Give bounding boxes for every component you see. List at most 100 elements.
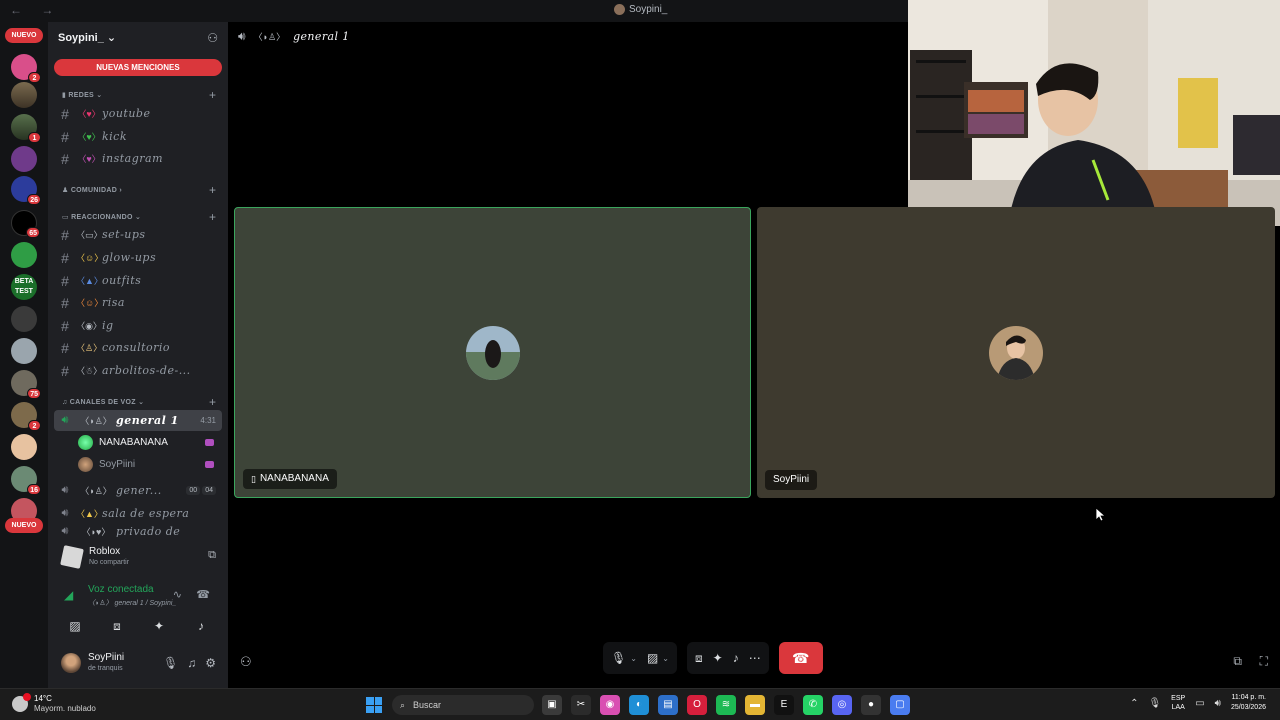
nuevo-pill-top[interactable]: NUEVO	[5, 28, 43, 43]
channel-youtube[interactable]: # 〈♥〉 youtube	[54, 103, 222, 124]
channel-arbolitos[interactable]: # 〈☃〉 arbolitos-de-...	[54, 360, 222, 381]
server-icon-hat[interactable]	[11, 82, 37, 108]
add-channel-icon[interactable]: +	[209, 88, 216, 102]
microphone-icon[interactable]: 🎙︎	[611, 651, 626, 665]
new-mentions-button[interactable]: NUEVAS MENCIONES	[54, 59, 222, 76]
opera-icon[interactable]: O	[687, 695, 707, 715]
voice-channel-privado[interactable]: 🔊︎ 〈◗♥〉 privado de	[54, 525, 222, 537]
voice-channel-sala-de-espera[interactable]: 🔊︎ 〈▲〉 sala de espera	[54, 503, 222, 524]
soundboard-icon[interactable]: ♪	[186, 619, 216, 633]
camera-off-icon[interactable]: ▨	[647, 651, 658, 665]
chevron-up-icon[interactable]: ⌃	[1130, 698, 1138, 709]
chevron-down-icon[interactable]: ⌄	[630, 654, 637, 663]
server-beta-test-icon[interactable]: BETA TEST	[11, 274, 37, 300]
taskbar-search[interactable]: ⌕ Buscar	[392, 695, 534, 715]
soundboard-icon[interactable]: ♪	[733, 651, 739, 665]
headphones-icon[interactable]: ♫	[187, 656, 196, 670]
windows-start-icon[interactable]	[366, 697, 382, 713]
weather-widget[interactable]: 14°C Mayorm. nublado	[12, 693, 96, 714]
server-icon-12[interactable]	[11, 434, 37, 460]
participant-tile-soypiini[interactable]: SoyPiini	[757, 207, 1275, 498]
channel-consultorio[interactable]: # 〈♙〉 consultorio	[54, 337, 222, 358]
clock[interactable]: 11:04 p. m. 25/03/2026	[1231, 693, 1266, 713]
app-icon[interactable]: ▢	[890, 695, 910, 715]
server-icon-2[interactable]: 1	[11, 114, 41, 143]
invite-people-icon[interactable]: ⚇	[207, 31, 218, 45]
server-icon-9[interactable]	[11, 338, 37, 364]
discord-icon[interactable]: ◎	[832, 695, 852, 715]
category-canales-de-voz[interactable]: ♫ CANALES DE VOZ ⌄	[62, 398, 144, 406]
server-header[interactable]: Soypini_ ⌄ ⚇	[48, 22, 228, 54]
add-people-icon[interactable]: ⚇	[240, 654, 252, 670]
camera-off-icon[interactable]: ▨	[60, 619, 90, 633]
voice-channel-general-1[interactable]: 🔊︎ 〈◗♙〉 general 1 4:31	[54, 410, 222, 431]
server-badge: 2	[28, 72, 41, 83]
microphone-icon[interactable]: 🎙︎	[1148, 698, 1161, 709]
server-icon-5[interactable]: 65	[11, 210, 40, 238]
server-badge: 2	[28, 420, 41, 431]
hang-up-button[interactable]: ☎	[778, 642, 823, 674]
spotify-icon[interactable]: ≋	[716, 695, 736, 715]
disconnect-icon[interactable]: ☎	[196, 588, 210, 601]
share-screen-icon[interactable]: ⧉	[208, 549, 216, 562]
server-icon-3[interactable]	[11, 146, 37, 172]
channel-ig[interactable]: # 〈◉〉 ig	[54, 315, 222, 336]
channel-glow-ups[interactable]: # 〈☺〉 glow-ups	[54, 247, 222, 268]
category-reaccionando[interactable]: ▭ REACCIONANDO ⌄	[62, 213, 141, 221]
server-badge: 65	[26, 227, 40, 238]
store-icon[interactable]: ▤	[658, 695, 678, 715]
voice-user-name: NANABANANA	[99, 436, 168, 448]
voice-user-nanabanana[interactable]: NANABANANA	[78, 432, 222, 452]
server-icon-8[interactable]	[11, 306, 37, 332]
more-options-icon[interactable]: ⋯	[749, 651, 761, 665]
whatsapp-icon[interactable]: ✆	[803, 695, 823, 715]
server-icon-11[interactable]: 2	[11, 402, 41, 431]
channel-outfits[interactable]: # 〈▲〉 outfits	[54, 270, 222, 291]
volume-icon[interactable]: 🔊︎	[1215, 698, 1221, 709]
microphone-icon[interactable]: 🎙︎	[163, 656, 178, 670]
participant-tile-nanabanana[interactable]: ▯ NANABANANA	[234, 207, 751, 498]
popout-icon[interactable]: ⧉	[1233, 654, 1242, 669]
edge-icon[interactable]: ◐	[629, 695, 649, 715]
network-icon[interactable]: ▭	[1195, 698, 1204, 709]
language-indicator[interactable]: ESP LAA	[1171, 694, 1185, 712]
voice-connected-channel[interactable]: 〈◗♙〉 general 1 / Soypini_	[88, 598, 176, 608]
server-icon-10[interactable]: 75	[11, 370, 41, 399]
server-icon-13[interactable]: 16	[11, 466, 41, 495]
obs-icon[interactable]: ●	[861, 695, 881, 715]
add-channel-icon[interactable]: +	[209, 395, 216, 409]
activities-icon[interactable]: ✦	[713, 651, 723, 665]
voice-connected-title[interactable]: Voz conectada	[88, 584, 154, 595]
server-icon-6[interactable]	[11, 242, 37, 268]
gear-icon[interactable]: ⚙	[205, 656, 216, 670]
nav-arrows[interactable]: ← →	[10, 3, 61, 17]
activities-icon[interactable]: ✦	[144, 619, 174, 633]
channel-set-ups[interactable]: # 〈▭〉 set-ups	[54, 224, 222, 245]
screen-share-icon[interactable]: ⧈	[695, 651, 703, 666]
channel-instagram[interactable]: # 〈♥〉 instagram	[54, 148, 222, 169]
file-explorer-icon[interactable]: ▬	[745, 695, 765, 715]
screen-share-icon[interactable]: ⧈	[102, 619, 132, 634]
category-redes[interactable]: ▮ REDES ⌄	[62, 91, 102, 99]
capcut-icon[interactable]: ✂	[571, 695, 591, 715]
avatar	[78, 434, 93, 450]
nuevo-pill-bottom[interactable]: NUEVO	[5, 518, 43, 533]
channel-name: arbolitos-de-...	[102, 364, 191, 377]
fullscreen-icon[interactable]: ⛶	[1260, 654, 1268, 669]
channel-emoji: 〈◉〉	[76, 321, 102, 331]
avatar[interactable]	[61, 653, 81, 673]
channel-kick[interactable]: # 〈♥〉 kick	[54, 126, 222, 147]
add-channel-icon[interactable]: +	[209, 183, 216, 197]
add-channel-icon[interactable]: +	[209, 210, 216, 224]
epic-games-icon[interactable]: E	[774, 695, 794, 715]
voice-channel-general[interactable]: 🔊︎ 〈◗♙〉 gener... 00 04	[54, 480, 222, 501]
noise-suppression-icon[interactable]: ∿	[173, 588, 182, 601]
server-flower-icon[interactable]: 2	[11, 54, 41, 83]
server-icon-4[interactable]: 26	[11, 176, 41, 205]
task-view-icon[interactable]: ▣	[542, 695, 562, 715]
copilot-icon[interactable]: ◉	[600, 695, 620, 715]
category-comunidad[interactable]: ♟ COMUNIDAD ›	[62, 186, 122, 194]
chevron-down-icon[interactable]: ⌄	[662, 654, 669, 663]
channel-risa[interactable]: # 〈☺〉 risa	[54, 292, 222, 313]
voice-user-soypiini[interactable]: SoyPiini	[78, 454, 222, 474]
